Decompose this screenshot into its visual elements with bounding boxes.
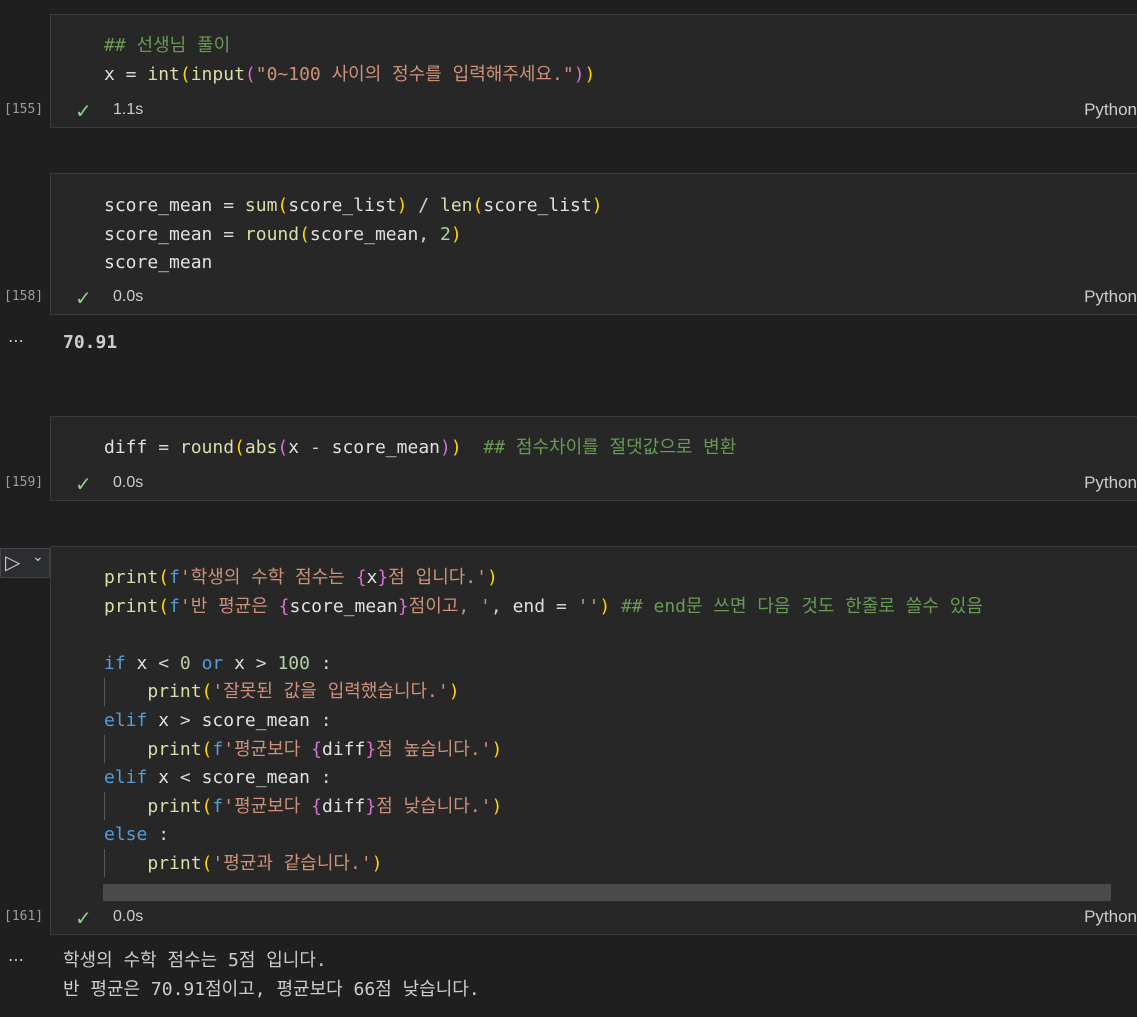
- code-cell-159[interactable]: diff = round(abs(x - score_mean)) ## 점수차…: [50, 416, 1137, 501]
- execution-duration: 0.0s: [113, 908, 144, 925]
- chevron-down-icon[interactable]: ⌄: [32, 549, 44, 565]
- language-label[interactable]: Python: [1084, 907, 1137, 927]
- output-line-2: 반 평균은 70.91점이고, 평균보다 66점 낮습니다.: [63, 978, 480, 1000]
- execution-count: [158]: [4, 289, 44, 304]
- code-line-9: print(f'평균보다 {diff}점 낮습니다.'): [147, 795, 503, 817]
- execution-count: [161]: [4, 909, 44, 924]
- code-editor[interactable]: score_mean = sum(score_list) / len(score…: [104, 192, 603, 278]
- code-cell-161[interactable]: print(f'학생의 수학 점수는 {x}점 입니다.') print(f'반…: [50, 546, 1137, 935]
- code-line-10: else :: [104, 824, 170, 846]
- run-icon[interactable]: ▷: [5, 550, 20, 574]
- code-cell-155[interactable]: ## 선생님 풀이 x = int(input("0~100 사이의 정수를 입…: [50, 14, 1137, 128]
- code-editor[interactable]: ## 선생님 풀이 x = int(input("0~100 사이의 정수를 입…: [104, 32, 595, 89]
- output-more-icon[interactable]: ⋯: [8, 950, 25, 969]
- indent-guide: [104, 849, 105, 877]
- success-check-icon: ✓: [75, 99, 92, 123]
- execution-count: [159]: [4, 475, 44, 490]
- code-line-1: print(f'학생의 수학 점수는 {x}점 입니다.'): [104, 567, 498, 588]
- cell-output: 70.91: [63, 332, 118, 353]
- language-label[interactable]: Python: [1084, 100, 1137, 120]
- code-line-2: print(f'반 평균은 {score_mean}점이고, ', end = …: [104, 595, 983, 617]
- indent-guide: [104, 792, 105, 820]
- code-line-3: score_mean: [104, 252, 213, 274]
- indent-guide: [104, 735, 105, 763]
- code-line-5: print('잘못된 값을 입력했습니다.'): [147, 681, 460, 703]
- code-editor[interactable]: diff = round(abs(x - score_mean)) ## 점수차…: [104, 434, 736, 463]
- success-check-icon: ✓: [75, 472, 92, 496]
- code-line-11: print('평균과 같습니다.'): [147, 852, 383, 874]
- horizontal-scrollbar[interactable]: [103, 884, 1111, 901]
- execution-duration: 0.0s: [113, 288, 144, 305]
- execution-count: [155]: [4, 102, 44, 117]
- code-line-1: score_mean = sum(score_list) / len(score…: [104, 195, 603, 216]
- code-line-4: if x < 0 or x > 100 :: [104, 652, 332, 674]
- execution-duration: 1.1s: [113, 101, 144, 118]
- output-more-icon[interactable]: ⋯: [8, 331, 25, 350]
- code-line-1: diff = round(abs(x - score_mean)) ## 점수차…: [104, 437, 737, 458]
- code-line-7: print(f'평균보다 {diff}점 높습니다.'): [147, 738, 503, 760]
- code-cell-158[interactable]: score_mean = sum(score_list) / len(score…: [50, 173, 1137, 315]
- code-line-2: x = int(input("0~100 사이의 정수를 입력해주세요.")): [104, 63, 596, 85]
- language-label[interactable]: Python: [1084, 473, 1137, 493]
- success-check-icon: ✓: [75, 286, 92, 310]
- code-line-1: ## 선생님 풀이: [104, 35, 231, 56]
- indent-guide: [104, 678, 105, 706]
- code-line-2: score_mean = round(score_mean, 2): [104, 223, 462, 245]
- code-line-8: elif x < score_mean :: [104, 767, 332, 789]
- code-line-6: elif x > score_mean :: [104, 709, 332, 731]
- output-line-1: 학생의 수학 점수는 5점 입니다.: [63, 950, 327, 971]
- run-cell-button[interactable]: ▷ ⌄: [0, 548, 50, 578]
- code-editor[interactable]: print(f'학생의 수학 점수는 {x}점 입니다.') print(f'반…: [104, 564, 983, 879]
- execution-duration: 0.0s: [113, 474, 144, 491]
- cell-output: 학생의 수학 점수는 5점 입니다. 반 평균은 70.91점이고, 평균보다 …: [63, 947, 480, 1004]
- language-label[interactable]: Python: [1084, 287, 1137, 307]
- success-check-icon: ✓: [75, 906, 92, 930]
